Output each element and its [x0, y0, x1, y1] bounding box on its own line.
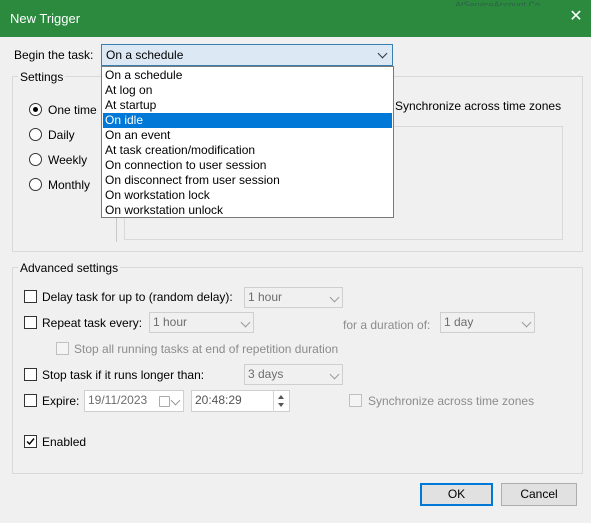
- begin-task-dropdown-list: On a schedule At log on At startup On id…: [101, 66, 394, 218]
- cancel-button[interactable]: Cancel: [501, 483, 577, 506]
- repeat-value: 1 hour: [153, 315, 188, 329]
- close-icon[interactable]: ✕: [568, 7, 584, 27]
- delay-value: 1 hour: [248, 290, 283, 304]
- window-title: New Trigger: [10, 11, 81, 26]
- stop-long-select[interactable]: 3 days: [244, 364, 343, 385]
- duration-value: 1 day: [444, 315, 474, 329]
- radio-daily[interactable]: [29, 128, 42, 141]
- time-spinner[interactable]: [273, 390, 289, 412]
- chevron-down-icon: [377, 48, 388, 59]
- checkmark-icon: [26, 438, 35, 446]
- repeat-label: Repeat task every:: [42, 316, 143, 330]
- expire-sync-label: Synchronize across time zones: [368, 394, 535, 408]
- radio-weekly[interactable]: [29, 153, 42, 166]
- expire-date-value: 19/11/2023: [88, 393, 148, 407]
- radio-weekly-label: Weekly: [48, 153, 88, 167]
- dropdown-option[interactable]: On disconnect from user session: [103, 173, 392, 188]
- enabled-checkbox[interactable]: [24, 435, 37, 448]
- delay-checkbox[interactable]: [24, 290, 37, 303]
- radio-monthly[interactable]: [29, 178, 42, 191]
- dropdown-option[interactable]: At startup: [103, 98, 392, 113]
- expire-label: Expire:: [42, 394, 80, 408]
- begin-task-value: On a schedule: [106, 48, 184, 62]
- delay-label: Delay task for up to (random delay):: [42, 290, 233, 304]
- expire-time-picker[interactable]: 20:48:29: [191, 390, 290, 412]
- stop-long-checkbox[interactable]: [24, 368, 37, 381]
- duration-label: for a duration of:: [343, 318, 431, 332]
- stop-long-label: Stop task if it runs longer than:: [42, 368, 205, 382]
- radio-daily-label: Daily: [48, 128, 75, 142]
- chevron-down-icon: [329, 369, 340, 380]
- settings-legend: Settings: [18, 70, 66, 84]
- radio-one-time[interactable]: [29, 103, 42, 116]
- repeat-select[interactable]: 1 hour: [149, 312, 254, 333]
- enabled-label: Enabled: [42, 435, 87, 449]
- ok-button[interactable]: OK: [420, 483, 493, 506]
- dropdown-option[interactable]: On workstation unlock: [103, 203, 392, 218]
- begin-task-select[interactable]: On a schedule: [101, 44, 393, 66]
- expire-time-value: 20:48:29: [195, 393, 242, 407]
- spin-down-icon[interactable]: [278, 403, 284, 407]
- sync-timezones-label: Synchronize across time zones: [395, 99, 562, 113]
- repeat-checkbox[interactable]: [24, 316, 37, 329]
- chevron-down-icon: [521, 317, 532, 328]
- dropdown-option[interactable]: On a schedule: [103, 68, 392, 83]
- expire-date-picker[interactable]: 19/11/2023: [84, 390, 184, 412]
- stop-long-value: 3 days: [248, 367, 284, 381]
- begin-task-label: Begin the task:: [14, 48, 94, 62]
- radio-monthly-label: Monthly: [48, 178, 91, 192]
- delay-select[interactable]: 1 hour: [244, 287, 343, 308]
- expire-checkbox[interactable]: [24, 394, 37, 407]
- dropdown-option-highlighted[interactable]: On idle: [103, 113, 392, 128]
- expire-sync-checkbox[interactable]: [349, 394, 362, 407]
- duration-select[interactable]: 1 day: [440, 312, 535, 333]
- advanced-settings-legend: Advanced settings: [18, 261, 121, 275]
- chevron-down-icon: [329, 292, 340, 303]
- spin-up-icon[interactable]: [278, 395, 284, 399]
- calendar-icon: [159, 396, 170, 407]
- stop-all-label: Stop all running tasks at end of repetit…: [74, 342, 339, 356]
- radio-one-time-label: One time: [48, 103, 97, 117]
- dropdown-option[interactable]: At task creation/modification: [103, 143, 392, 158]
- dropdown-option[interactable]: On workstation lock: [103, 188, 392, 203]
- background-window-text: AtServiceAccount Co: [455, 0, 541, 6]
- chevron-down-icon: [240, 317, 251, 328]
- dropdown-option[interactable]: At log on: [103, 83, 392, 98]
- chevron-down-icon: [170, 395, 181, 406]
- stop-all-checkbox[interactable]: [56, 342, 69, 355]
- dropdown-option[interactable]: On an event: [103, 128, 392, 143]
- dropdown-option[interactable]: On connection to user session: [103, 158, 392, 173]
